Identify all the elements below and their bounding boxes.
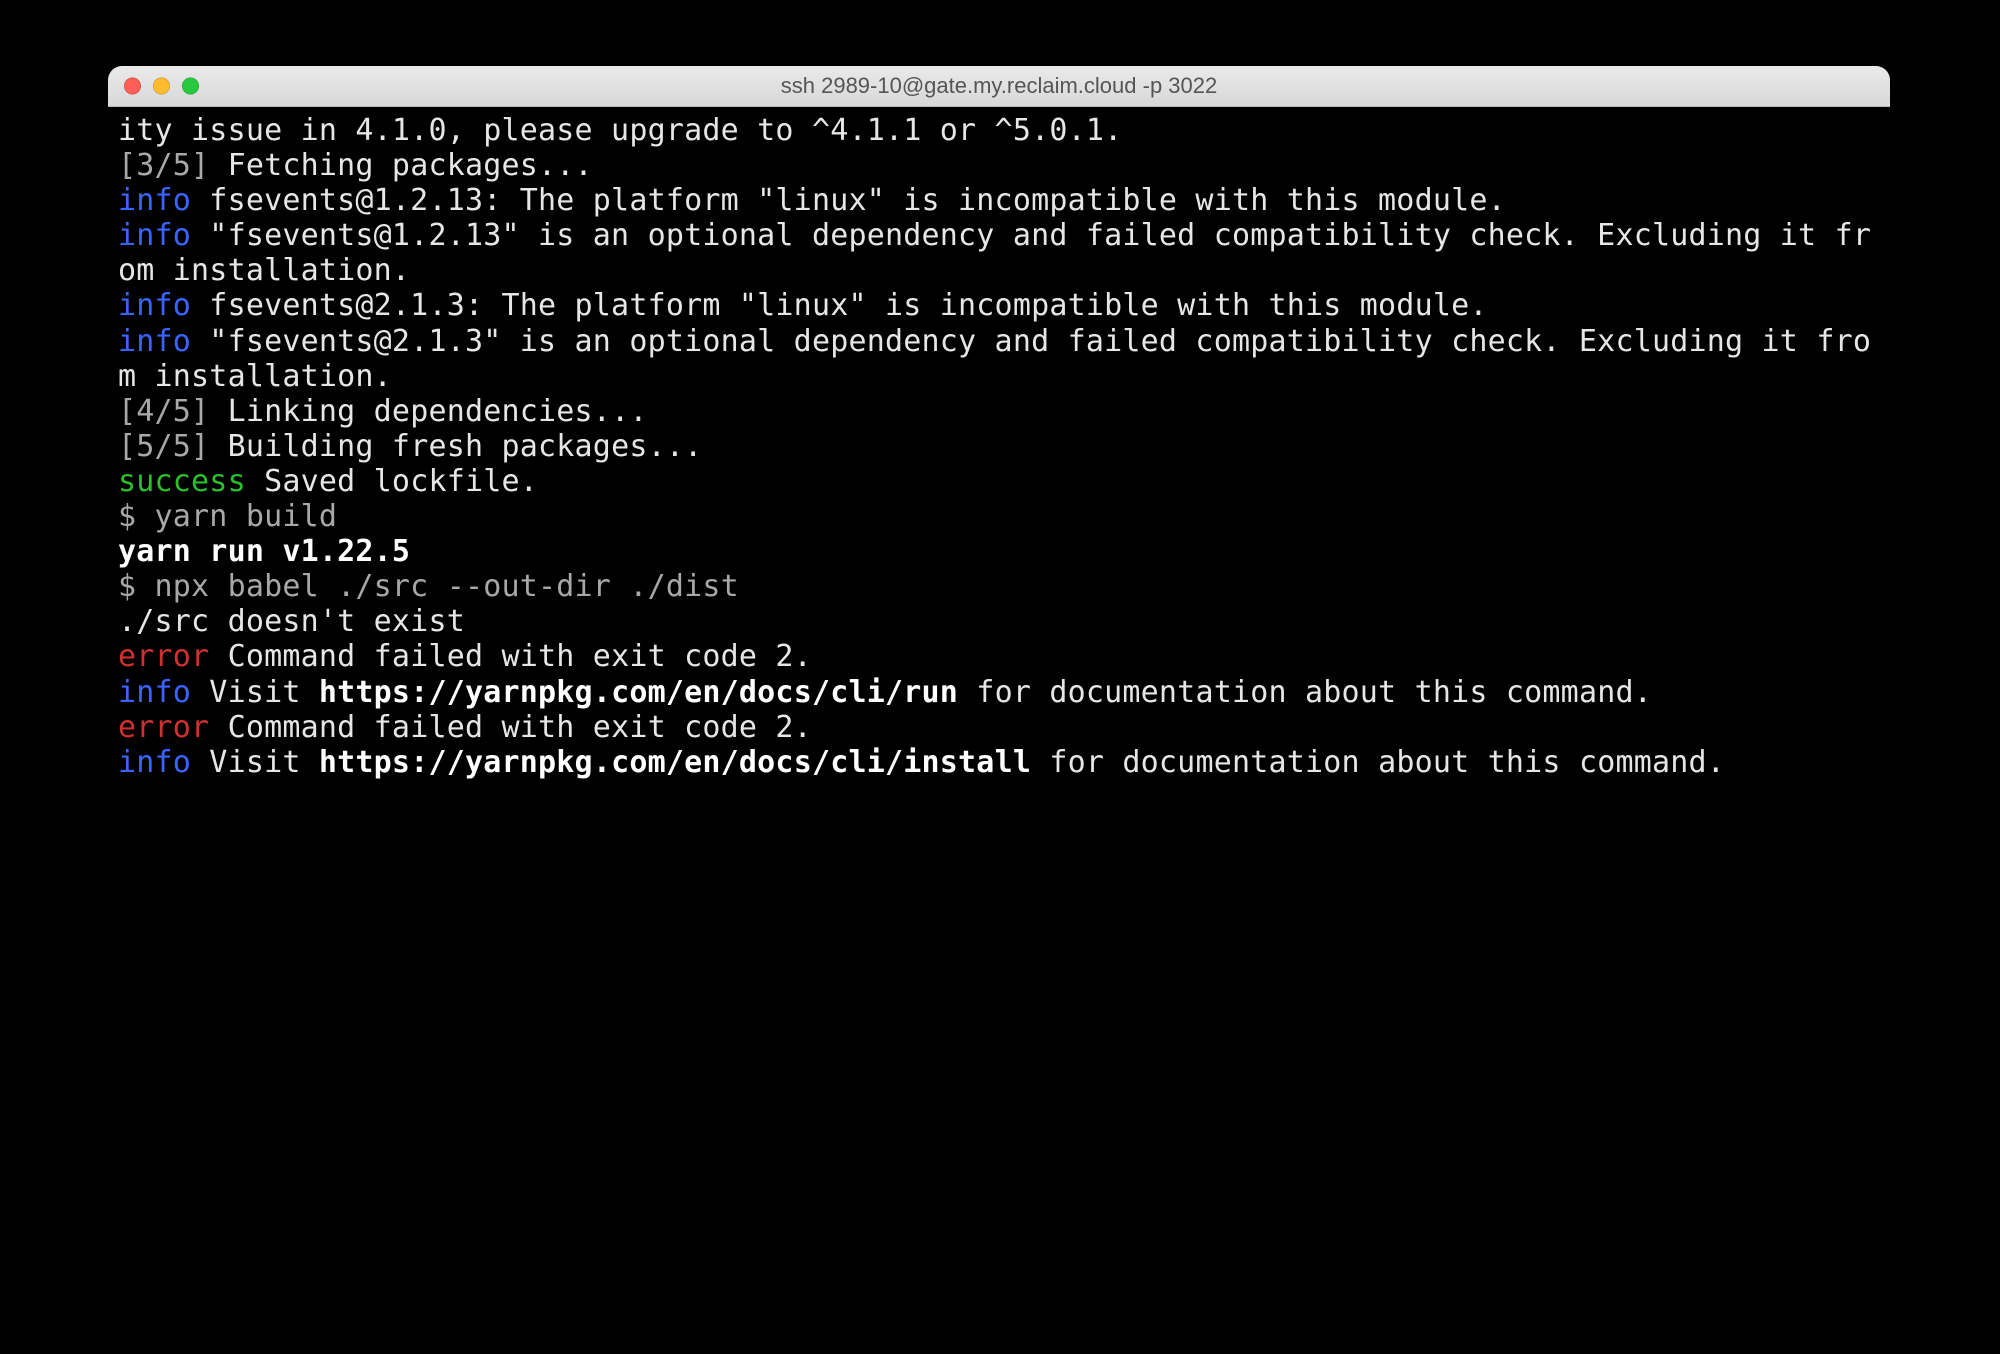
terminal-span: Visit [191,745,319,780]
minimize-icon[interactable] [153,78,170,95]
terminal-span: yarn run v1.22.5 [118,534,410,569]
terminal-span: Building fresh packages... [209,429,702,464]
terminal-span: Saved lockfile. [246,464,538,499]
terminal-span: "fsevents@2.1.3" is an optional dependen… [118,324,1871,394]
terminal-body[interactable]: ity issue in 4.1.0, please upgrade to ^4… [108,107,1890,1246]
terminal-span: error [118,710,209,745]
zoom-icon[interactable] [182,78,199,95]
terminal-span: $ yarn build [118,499,337,534]
terminal-output: ity issue in 4.1.0, please upgrade to ^4… [118,113,1880,780]
terminal-span: [5/5] [118,429,209,464]
terminal-span: $ npx babel ./src --out-dir ./dist [118,569,739,604]
terminal-span: ./src doesn't exist [118,604,465,639]
window-titlebar[interactable]: ssh 2989-10@gate.my.reclaim.cloud -p 302… [108,66,1890,107]
terminal-span: https://yarnpkg.com/en/docs/cli/run [319,675,958,710]
desktop: ssh 2989-10@gate.my.reclaim.cloud -p 302… [0,0,2000,1354]
terminal-span: fsevents@2.1.3: The platform "linux" is … [191,288,1488,323]
terminal-span: Command failed with exit code 2. [209,639,812,674]
terminal-span: info [118,324,191,359]
window-title: ssh 2989-10@gate.my.reclaim.cloud -p 302… [781,73,1218,99]
terminal-span: Visit [191,675,319,710]
terminal-span: Fetching packages... [209,148,593,183]
terminal-span: "fsevents@1.2.13" is an optional depende… [118,218,1871,288]
terminal-span: error [118,639,209,674]
terminal-span: https://yarnpkg.com/en/docs/cli/install [319,745,1031,780]
terminal-span: fsevents@1.2.13: The platform "linux" is… [191,183,1506,218]
terminal-window: ssh 2989-10@gate.my.reclaim.cloud -p 302… [108,66,1890,1246]
terminal-span: for documentation about this command. [1031,745,1725,780]
terminal-span: info [118,183,191,218]
terminal-span: Command failed with exit code 2. [209,710,812,745]
terminal-span: for documentation about this command. [958,675,1652,710]
terminal-span: [4/5] [118,394,209,429]
terminal-span: info [118,288,191,323]
terminal-span: success [118,464,246,499]
close-icon[interactable] [124,78,141,95]
terminal-span: info [118,218,191,253]
traffic-lights [124,78,199,95]
terminal-span: ity issue in 4.1.0, please upgrade to ^4… [118,113,1122,148]
terminal-span: [3/5] [118,148,209,183]
terminal-span: info [118,745,191,780]
terminal-span: info [118,675,191,710]
terminal-span: Linking dependencies... [209,394,647,429]
